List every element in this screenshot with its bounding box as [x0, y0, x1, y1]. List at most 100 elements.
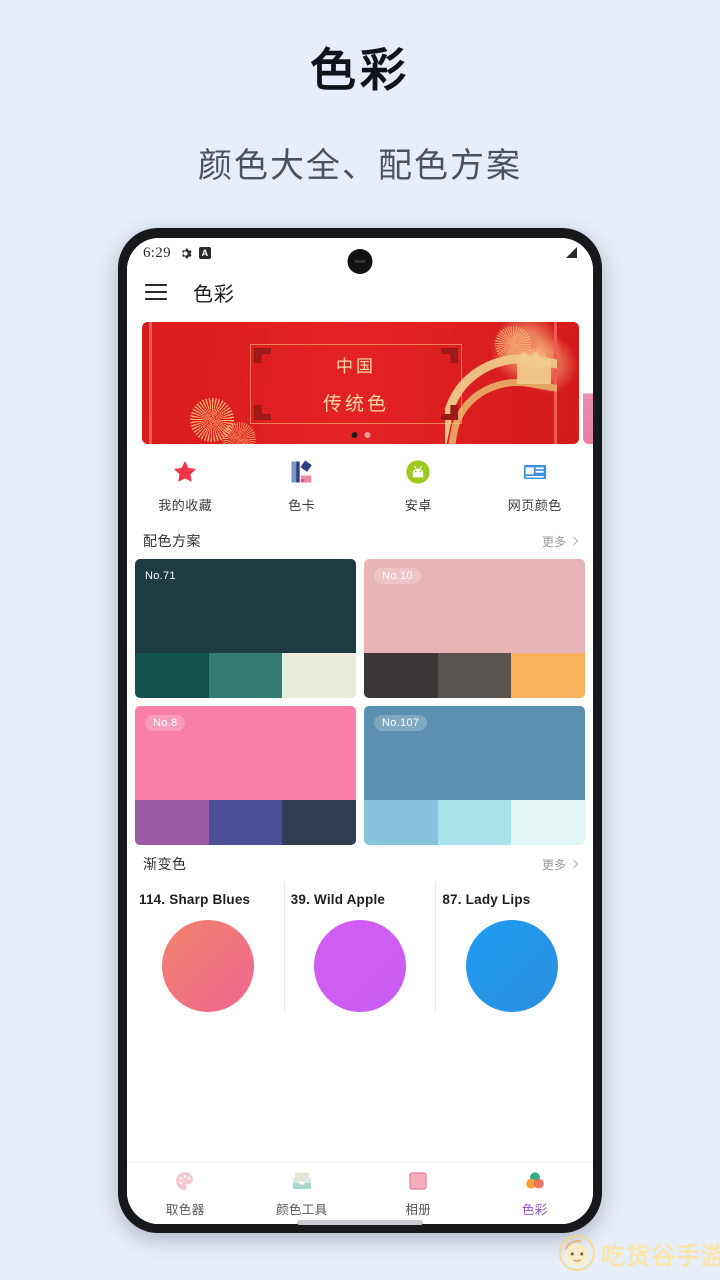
section-title: 配色方案 [143, 533, 201, 549]
banner-line-1: 中国 [336, 357, 376, 376]
quick-action-label: 色卡 [288, 498, 316, 513]
quick-action-android[interactable]: 安卓 [360, 458, 477, 514]
palette-swatch-strip [364, 653, 585, 698]
gradient-name: 39. Wild Apple [290, 892, 386, 907]
quick-action-web-colors[interactable]: 网页颜色 [477, 458, 594, 514]
section-title: 渐变色 [143, 856, 187, 872]
content-area: 中国 传统色 我的收藏 色卡 安卓 网页颜色 配色方案 更多 No.71 No.… [127, 316, 593, 1224]
quick-action-label: 网页颜色 [507, 498, 562, 513]
toolbox-icon [292, 1172, 311, 1189]
palette-card[interactable]: No.8 [135, 706, 356, 845]
gradient-card[interactable]: 87. Lady Lips [435, 882, 587, 1012]
status-left-icons: A [179, 247, 211, 260]
app-bar: 色彩 [127, 268, 593, 316]
palette-swatch[interactable] [282, 653, 356, 698]
app-title: 色彩 [193, 283, 235, 306]
carousel-dots[interactable] [351, 432, 370, 438]
palette-swatch[interactable] [135, 800, 209, 845]
palette-main-color: No.107 [364, 706, 585, 800]
status-right-icons [563, 246, 579, 260]
nav-label: 颜色工具 [275, 1203, 328, 1217]
palette-main-color: No.71 [135, 559, 356, 653]
palette-swatch[interactable] [364, 800, 438, 845]
status-bar: 6:29 A [127, 238, 593, 274]
gradient-card[interactable]: 114. Sharp Blues [133, 882, 284, 1012]
chevron-right-icon [569, 536, 579, 546]
bottom-navigation: 取色器 颜色工具 相册 色彩 [127, 1162, 593, 1224]
nav-label: 色彩 [521, 1203, 548, 1217]
banner-slide-chinese-traditional-colors[interactable]: 中国 传统色 [142, 322, 579, 444]
page-title: 色彩 [310, 44, 410, 96]
quick-action-label: 安卓 [404, 498, 432, 513]
gradient-preview-circle [162, 920, 255, 1012]
star-icon [174, 461, 197, 482]
gradient-preview-circle [465, 920, 558, 1012]
a-badge-icon: A [198, 247, 211, 259]
gradient-name: 114. Sharp Blues [139, 892, 251, 907]
android-icon [406, 460, 430, 484]
gesture-home-bar[interactable] [297, 1220, 423, 1225]
carousel-dot-active[interactable] [351, 432, 357, 438]
gear-icon [181, 248, 192, 258]
camera-punch-hole [347, 249, 373, 274]
chevron-right-icon [569, 859, 579, 869]
gradient-preview-circle [314, 920, 406, 1012]
nav-item-color-tools[interactable]: 颜色工具 [244, 1169, 361, 1218]
watermark: 吃货谷手游 [558, 1234, 720, 1272]
palette-name-badge: No.107 [374, 715, 428, 731]
gradient-name: 87. Lady Lips [442, 892, 531, 907]
palette-swatch[interactable] [282, 800, 356, 845]
status-time: 6:29 [143, 244, 171, 261]
palette-icon [176, 1172, 194, 1190]
palette-swatch[interactable] [437, 653, 512, 698]
nav-label: 相册 [405, 1203, 432, 1217]
banner-carousel[interactable]: 中国 传统色 [142, 322, 593, 444]
palette-swatch-strip [135, 800, 356, 845]
phone-screen: 6:29 A 色彩 中国 传统色 我的收藏 色卡 安卓 网页颜色 配色方案 更多… [127, 238, 593, 1224]
banner-next-slide-preview[interactable] [583, 322, 593, 444]
palettes-more-button[interactable]: 更多 [541, 533, 579, 550]
gradients-more-button[interactable]: 更多 [541, 856, 579, 873]
banner-left-stripe [149, 322, 152, 444]
watermark-text: 吃货谷手游 [601, 1242, 720, 1270]
palettes-section-header: 配色方案 更多 [127, 522, 593, 559]
palette-card[interactable]: No.71 [135, 559, 356, 698]
banner-text: 中国 传统色 [250, 352, 462, 416]
page-subtitle: 颜色大全、配色方案 [198, 146, 522, 185]
nav-item-colors[interactable]: 色彩 [477, 1169, 594, 1218]
palette-card[interactable]: No.107 [364, 706, 585, 845]
gradients-section-header: 渐变色 更多 [127, 845, 593, 882]
palette-swatch[interactable] [437, 800, 512, 845]
palette-swatch-strip [135, 653, 356, 698]
palette-swatch[interactable] [511, 653, 585, 698]
quick-action-label: 我的收藏 [158, 498, 213, 513]
phone-mockup: 6:29 A 色彩 中国 传统色 我的收藏 色卡 安卓 网页颜色 配色方案 更多… [118, 228, 602, 1233]
hamburger-menu-icon[interactable] [145, 284, 167, 300]
palette-swatch[interactable] [135, 653, 209, 698]
color-circles-icon [525, 1172, 544, 1189]
color-card-icon [291, 460, 312, 483]
palette-swatch-strip [364, 800, 585, 845]
nav-item-color-picker[interactable]: 取色器 [127, 1169, 244, 1218]
palette-swatch[interactable] [364, 653, 438, 698]
gradient-card[interactable]: 39. Wild Apple [283, 882, 436, 1012]
webpage-color-icon [523, 465, 546, 479]
more-label: 更多 [541, 534, 566, 549]
more-label: 更多 [541, 857, 566, 872]
palette-swatch[interactable] [208, 653, 283, 698]
banner-line-2: 传统色 [322, 394, 389, 415]
album-icon [409, 1172, 427, 1190]
quick-action-color-cards[interactable]: 色卡 [244, 458, 361, 514]
palette-swatch[interactable] [511, 800, 585, 845]
nav-item-album[interactable]: 相册 [360, 1169, 477, 1218]
signal-icon [566, 247, 577, 258]
palette-name-badge: No.8 [145, 715, 186, 731]
palette-main-color: No.10 [364, 559, 585, 653]
palette-swatch[interactable] [208, 800, 283, 845]
palette-card[interactable]: No.10 [364, 559, 585, 698]
watermark-logo-icon [558, 1234, 596, 1272]
quick-action-favorites[interactable]: 我的收藏 [127, 458, 244, 514]
carousel-dot[interactable] [364, 432, 370, 438]
gradient-row: 114. Sharp Blues 39. Wild Apple 87. Lady… [127, 882, 593, 1012]
palette-name-badge: No.71 [145, 570, 176, 582]
